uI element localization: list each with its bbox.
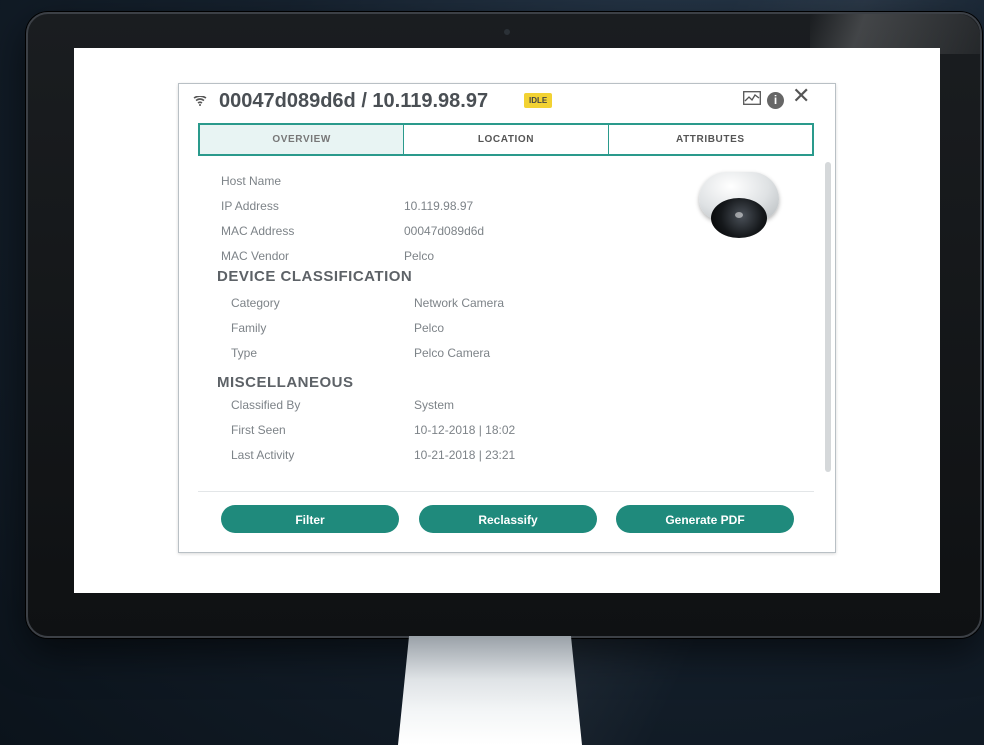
divider bbox=[198, 491, 814, 492]
field-value-type: Pelco Camera bbox=[414, 346, 491, 360]
tab-attributes[interactable]: ATTRIBUTES bbox=[607, 125, 812, 154]
field-value-classified-by: System bbox=[414, 398, 455, 412]
device-details-panel: 00047d089d6d / 10.119.98.97 IDLE i ✕ OVE… bbox=[178, 83, 836, 553]
field-label-mac-vendor: MAC Vendor bbox=[221, 249, 290, 263]
field-value-category: Network Camera bbox=[414, 296, 505, 310]
info-icon[interactable]: i bbox=[767, 92, 784, 109]
field-label-category: Category bbox=[231, 296, 280, 310]
field-label-classified-by: Classified By bbox=[231, 398, 301, 412]
wifi-signal-icon bbox=[193, 93, 207, 109]
field-label-host-name: Host Name bbox=[221, 174, 282, 188]
vertical-scrollbar[interactable] bbox=[825, 162, 831, 472]
device-title: 00047d089d6d / 10.119.98.97 bbox=[219, 90, 489, 112]
filter-button[interactable]: Filter bbox=[221, 505, 399, 533]
monitor-stand bbox=[398, 636, 582, 745]
field-value-first-seen: 10-12-2018 | 18:02 bbox=[414, 423, 516, 437]
camera-lens-highlight bbox=[735, 212, 743, 218]
monitor-screen: 00047d089d6d / 10.119.98.97 IDLE i ✕ OVE… bbox=[74, 48, 940, 593]
generate-pdf-button[interactable]: Generate PDF bbox=[616, 505, 794, 533]
field-value-mac-vendor: Pelco bbox=[404, 249, 435, 263]
section-heading-device-classification: DEVICE CLASSIFICATION bbox=[217, 268, 413, 285]
field-value-last-activity: 10-21-2018 | 23:21 bbox=[414, 448, 516, 462]
field-label-last-activity: Last Activity bbox=[231, 448, 295, 462]
status-badge: IDLE bbox=[524, 93, 553, 108]
field-value-ip-address: 10.119.98.97 bbox=[404, 199, 474, 213]
field-value-family: Pelco bbox=[414, 321, 445, 335]
field-label-mac-address: MAC Address bbox=[221, 224, 295, 238]
reclassify-button[interactable]: Reclassify bbox=[419, 505, 597, 533]
field-label-first-seen: First Seen bbox=[231, 423, 286, 437]
panel-header: 00047d089d6d / 10.119.98.97 IDLE i ✕ bbox=[179, 84, 835, 118]
field-label-family: Family bbox=[231, 321, 267, 335]
camera-lens bbox=[711, 198, 767, 238]
field-label-ip-address: IP Address bbox=[221, 199, 279, 213]
monitor-frame: 00047d089d6d / 10.119.98.97 IDLE i ✕ OVE… bbox=[26, 12, 982, 638]
section-heading-miscellaneous: MISCELLANEOUS bbox=[217, 374, 354, 391]
dome-camera-image bbox=[699, 172, 779, 242]
tab-bar: OVERVIEW LOCATION ATTRIBUTES bbox=[198, 123, 814, 156]
tab-location[interactable]: LOCATION bbox=[403, 125, 607, 154]
field-value-mac-address: 00047d089d6d bbox=[404, 224, 485, 238]
close-icon[interactable]: ✕ bbox=[792, 85, 810, 107]
tab-overview[interactable]: OVERVIEW bbox=[200, 125, 404, 154]
activity-chart-icon[interactable] bbox=[743, 91, 761, 110]
webcam-icon bbox=[504, 29, 510, 35]
field-label-type: Type bbox=[231, 346, 258, 360]
